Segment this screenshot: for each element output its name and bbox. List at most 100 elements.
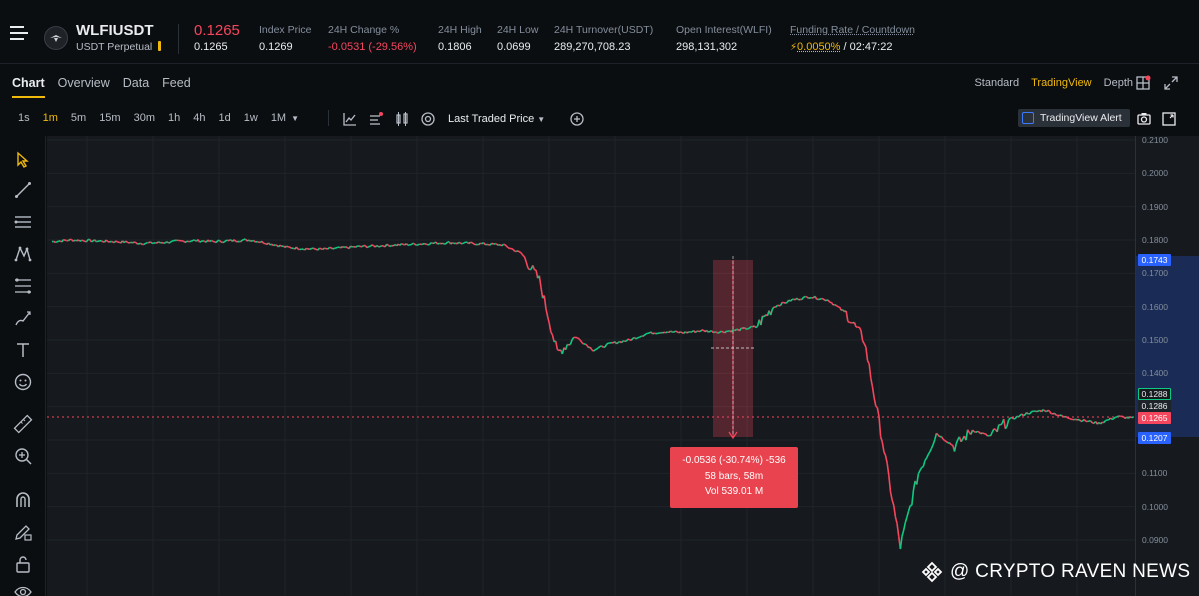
zoom-icon[interactable] — [13, 446, 33, 466]
price-tick-label: 0.0900 — [1142, 535, 1168, 545]
price-segment — [505, 245, 509, 249]
price-segment — [865, 346, 869, 361]
funding-stat[interactable]: Funding Rate / Countdown ⚡0.0050% / 02:4… — [790, 24, 915, 53]
view-standard[interactable]: Standard — [974, 77, 1019, 89]
horizontal-lines-icon[interactable] — [13, 212, 33, 232]
price-segment — [1008, 417, 1011, 421]
add-plus-icon[interactable] — [569, 111, 585, 127]
price-segment — [796, 297, 800, 301]
price-chart[interactable] — [47, 136, 1135, 596]
price-segment — [597, 345, 601, 349]
fib-icon[interactable] — [13, 276, 33, 296]
funding-label: Funding Rate / Countdown — [790, 24, 915, 36]
settings-lines-icon[interactable] — [368, 111, 384, 127]
price-segment — [540, 287, 544, 299]
price-segment — [601, 345, 604, 348]
price-segment — [873, 397, 877, 406]
price-segment — [1021, 413, 1024, 417]
interval-1d[interactable]: 1d — [219, 112, 231, 124]
price-segment — [658, 331, 662, 334]
pattern-icon[interactable] — [13, 244, 33, 264]
price-segment — [853, 322, 857, 328]
price-segment — [1131, 416, 1134, 419]
turnover-24h-stat: 24H Turnover(USDT) 289,270,708.23 — [554, 24, 653, 53]
price-segment — [256, 240, 260, 243]
price-segment — [507, 246, 511, 250]
interval-15m[interactable]: 15m — [99, 112, 120, 124]
view-tradingview[interactable]: TradingView — [1031, 77, 1092, 89]
hamburger-menu-icon[interactable] — [10, 26, 28, 42]
candles-icon[interactable] — [394, 111, 410, 127]
price-segment — [407, 244, 410, 247]
price-source-icon[interactable] — [420, 111, 436, 127]
high-24h-stat: 24H High 0.1806 — [438, 24, 482, 53]
price-segment — [452, 241, 455, 245]
interval-dropdown-icon[interactable]: ▼ — [291, 114, 299, 124]
eye-icon[interactable] — [13, 582, 33, 596]
price-segment — [929, 447, 933, 453]
tab-feed[interactable]: Feed — [162, 76, 191, 98]
interval-1M[interactable]: 1M — [271, 112, 286, 124]
price-segment — [586, 344, 590, 349]
symbol-name[interactable]: WLFIUSDT — [76, 22, 153, 39]
interval-4h[interactable]: 4h — [193, 112, 205, 124]
price-segment — [358, 245, 361, 248]
price-segment — [942, 438, 946, 442]
pencil-lock-icon[interactable] — [13, 522, 33, 542]
interval-5m[interactable]: 5m — [71, 112, 86, 124]
interval-1s[interactable]: 1s — [18, 112, 30, 124]
price-segment — [861, 340, 865, 345]
chart-canvas[interactable]: -0.0536 (-30.74%) -536 58 bars, 58m Vol … — [47, 136, 1135, 596]
measure-tooltip: -0.0536 (-30.74%) -536 58 bars, 58m Vol … — [670, 447, 798, 508]
price-segment — [489, 242, 493, 246]
interval-1m[interactable]: 1m — [43, 112, 58, 124]
price-segment — [803, 295, 806, 298]
price-segment — [330, 247, 334, 250]
view-depth[interactable]: Depth — [1104, 77, 1133, 89]
indicators-icon[interactable] — [342, 111, 358, 127]
price-segment — [442, 242, 445, 245]
mark-price: 0.1265 — [194, 41, 228, 53]
magnet-icon[interactable] — [13, 490, 33, 510]
price-segment — [63, 238, 66, 241]
price-segment — [253, 240, 256, 243]
cursor-icon[interactable] — [13, 150, 33, 170]
price-segment — [980, 432, 983, 435]
price-axis[interactable]: 0.2100 0.2000 0.1900 0.1800 0.1700 0.1600 0.15… — [1135, 135, 1199, 596]
price-segment — [551, 334, 555, 342]
interval-30m[interactable]: 30m — [134, 112, 155, 124]
expand-icon[interactable] — [1163, 75, 1179, 91]
price-tick-label: 0.1600 — [1142, 301, 1168, 312]
price-segment — [379, 244, 383, 248]
camera-icon[interactable] — [1136, 111, 1152, 127]
price-segment — [899, 536, 903, 550]
price-segment — [606, 342, 609, 345]
trendline-icon[interactable] — [13, 180, 33, 200]
lock-icon[interactable] — [13, 554, 33, 574]
layout-grid-icon[interactable] — [1135, 75, 1151, 91]
price-segment — [1047, 409, 1051, 413]
price-segment — [779, 301, 783, 306]
tab-overview[interactable]: Overview — [58, 76, 110, 98]
brush-icon[interactable] — [13, 308, 33, 328]
interval-1h[interactable]: 1h — [168, 112, 180, 124]
emoji-icon[interactable] — [13, 372, 33, 392]
price-segment — [461, 242, 465, 245]
price-segment — [289, 246, 293, 249]
text-icon[interactable] — [13, 340, 33, 360]
tab-data[interactable]: Data — [123, 76, 149, 98]
ruler-icon[interactable] — [13, 414, 33, 434]
interval-1w[interactable]: 1w — [244, 112, 258, 124]
price-segment — [717, 331, 721, 334]
price-tick-label: 0.1100 — [1142, 468, 1168, 479]
drawing-tools-sidebar — [0, 136, 46, 596]
alert-icon — [1022, 112, 1034, 124]
price-source-dropdown[interactable]: Last Traded Price ▼ — [448, 113, 545, 125]
price-segment — [53, 240, 56, 244]
tradingview-alert-button[interactable]: TradingView Alert — [1018, 109, 1130, 127]
price-segment — [934, 433, 938, 440]
fullscreen-icon[interactable] — [1161, 111, 1177, 127]
price-segment — [435, 241, 439, 245]
price-segment — [1108, 417, 1111, 421]
tab-chart[interactable]: Chart — [12, 76, 45, 98]
